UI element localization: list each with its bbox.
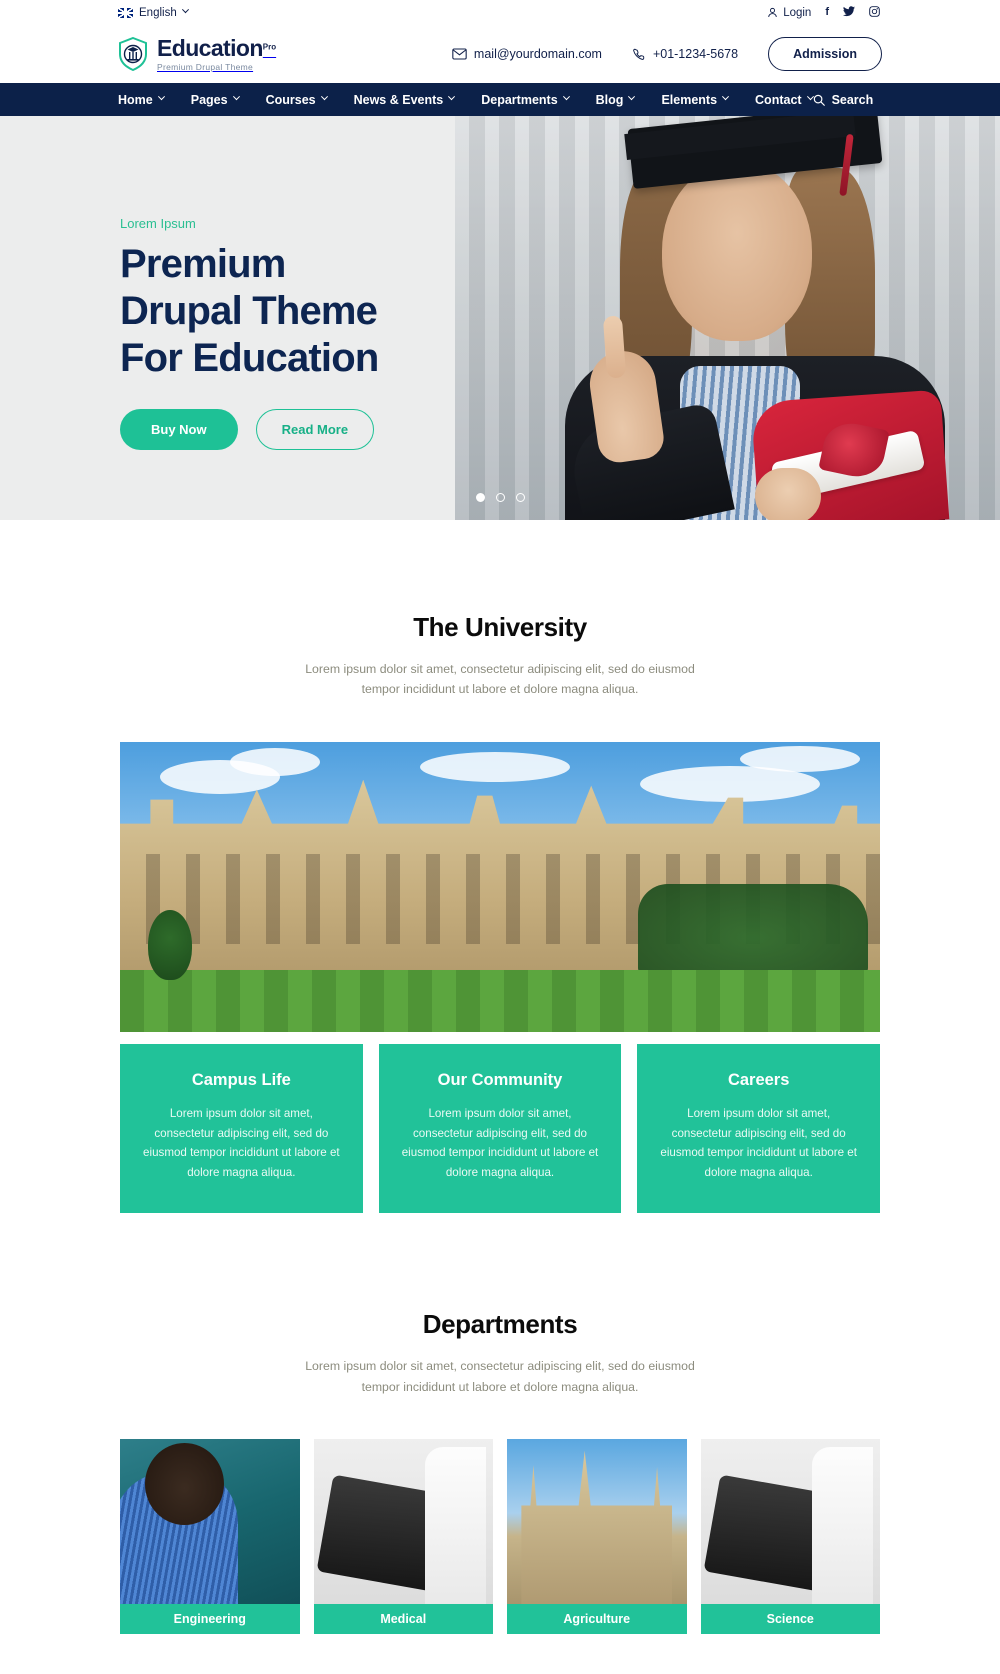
language-selector[interactable]: English (118, 6, 189, 19)
nav-search-button[interactable]: Search (813, 93, 920, 107)
card-our-community[interactable]: Our Community Lorem ipsum dolor sit amet… (378, 1043, 622, 1214)
nav-item-label: Departments (481, 92, 558, 107)
nav-item-label: Courses (265, 92, 316, 107)
brand-text: EducationPro Premium Drupal Theme (157, 34, 277, 72)
department-card-engineering[interactable]: Engineering (120, 1438, 300, 1634)
instagram-icon[interactable] (869, 5, 880, 20)
campus-building-photo (120, 741, 880, 1032)
main-navigation: Home Pages Courses News & Events Departm… (0, 83, 1000, 116)
card-title: Campus Life (191, 1070, 291, 1089)
hero-title: Premium Drupal Theme For Education (120, 241, 1000, 381)
brand-sup: Pro (262, 42, 277, 52)
tree-icon (148, 909, 192, 980)
university-section: The University Lorem ipsum dolor sit ame… (0, 520, 1000, 1214)
brand-name: Education (157, 34, 263, 61)
login-link[interactable]: Login (767, 7, 811, 19)
card-careers[interactable]: Careers Lorem ipsum dolor sit amet, cons… (637, 1043, 881, 1214)
envelope-icon (452, 48, 467, 60)
phone-text: +01-1234-5678 (652, 47, 739, 61)
department-card-medical[interactable]: Medical (313, 1438, 493, 1634)
hero-dot-1[interactable] (475, 493, 485, 502)
nav-item-elements[interactable]: Elements (661, 92, 730, 107)
brand-logo-link[interactable]: EducationPro Premium Drupal Theme (118, 34, 277, 72)
hero-title-line-2: Drupal Theme (120, 288, 378, 333)
hero-buttons: Buy Now Read More (120, 409, 1000, 451)
email-text: mail@yourdomain.com (473, 47, 602, 61)
user-icon (768, 7, 777, 18)
nav-item-label: Pages (190, 92, 228, 107)
phone-info[interactable]: +01-1234-5678 (632, 47, 738, 61)
nav-item-label: Elements (661, 92, 718, 107)
departments-title: Departments (422, 1309, 578, 1340)
ivy-hedge (638, 883, 868, 974)
hero-title-line-3: For Education (120, 335, 379, 380)
card-title: Careers (727, 1070, 790, 1089)
nav-item-contact[interactable]: Contact (755, 92, 814, 107)
lawn (120, 969, 880, 1032)
nav-item-label: News & Events (353, 92, 444, 107)
buy-now-button[interactable]: Buy Now (120, 409, 238, 451)
department-label: Science (700, 1603, 880, 1634)
top-bar: English Login f (0, 0, 1000, 25)
card-title: Our Community (437, 1070, 563, 1089)
chevron-down-icon (448, 93, 456, 101)
nav-item-label: Blog (595, 92, 624, 107)
chevron-down-icon (628, 93, 636, 101)
email-info[interactable]: mail@yourdomain.com (452, 47, 602, 61)
hero-slider-dots (0, 493, 1000, 502)
university-subtitle: Lorem ipsum dolor sit amet, consectetur … (305, 662, 695, 697)
top-bar-right: Login f (767, 5, 880, 20)
chevron-down-icon (562, 93, 570, 101)
read-more-button[interactable]: Read More (255, 409, 375, 451)
nav-item-home[interactable]: Home (118, 92, 165, 107)
university-title: The University (413, 612, 587, 642)
nav-item-blog[interactable]: Blog (595, 92, 636, 107)
departments-section: Departments Lorem ipsum dolor sit amet, … (0, 1213, 1000, 1634)
hero-dot-3[interactable] (515, 493, 525, 502)
nav-items: Home Pages Courses News & Events Departm… (118, 92, 814, 107)
header-right: mail@yourdomain.com +01-1234-5678 Admiss… (452, 37, 882, 71)
card-body: Lorem ipsum dolor sit amet, consectetur … (401, 1106, 599, 1180)
chevron-down-icon (721, 93, 730, 101)
card-body: Lorem ipsum dolor sit amet, consectetur … (660, 1106, 857, 1180)
hero-content: Lorem Ipsum Premium Drupal Theme For Edu… (0, 116, 1000, 451)
admission-button[interactable]: Admission (768, 37, 882, 71)
chevron-down-icon (181, 6, 189, 14)
nav-item-pages[interactable]: Pages (190, 92, 240, 107)
brand-tagline: Premium Drupal Theme (157, 61, 254, 72)
bottom-spacer (0, 1634, 1000, 1674)
card-campus-life[interactable]: Campus Life Lorem ipsum dolor sit amet, … (120, 1043, 363, 1214)
departments-grid: Engineering Medical Agriculture Science (120, 1438, 880, 1634)
department-label: Agriculture (507, 1603, 687, 1634)
chevron-down-icon (157, 93, 165, 101)
facebook-icon[interactable]: f (825, 7, 829, 18)
hero-eyebrow: Lorem Ipsum (120, 216, 196, 231)
nav-item-courses[interactable]: Courses (265, 92, 328, 107)
language-label: English (139, 6, 177, 19)
phone-icon (633, 48, 645, 60)
department-card-science[interactable]: Science (700, 1438, 880, 1634)
nav-item-label: Home (118, 92, 153, 107)
nav-item-departments[interactable]: Departments (481, 92, 570, 107)
search-icon (813, 94, 825, 106)
university-cards: Campus Life Lorem ipsum dolor sit amet, … (120, 1043, 881, 1214)
chevron-down-icon (232, 93, 240, 101)
hero-title-line-1: Premium (120, 242, 286, 286)
hero-dot-2[interactable] (495, 493, 505, 502)
nav-search-label: Search (831, 92, 874, 107)
department-card-agriculture[interactable]: Agriculture (507, 1438, 687, 1634)
uk-flag-icon (118, 7, 133, 18)
nav-item-news-events[interactable]: News & Events (353, 92, 456, 107)
shield-graduation-logo (118, 36, 148, 72)
login-label: Login (783, 6, 812, 19)
chevron-down-icon (320, 93, 328, 101)
card-body: Lorem ipsum dolor sit amet, consectetur … (143, 1106, 340, 1180)
departments-subtitle: Lorem ipsum dolor sit amet, consectetur … (305, 1359, 695, 1394)
twitter-icon[interactable] (843, 5, 855, 20)
site-header: EducationPro Premium Drupal Theme mail@y… (0, 25, 1000, 83)
department-label: Engineering (120, 1603, 300, 1634)
department-label: Medical (313, 1603, 493, 1634)
hero-slider: Lorem Ipsum Premium Drupal Theme For Edu… (0, 116, 1000, 520)
nav-item-label: Contact (755, 92, 802, 107)
